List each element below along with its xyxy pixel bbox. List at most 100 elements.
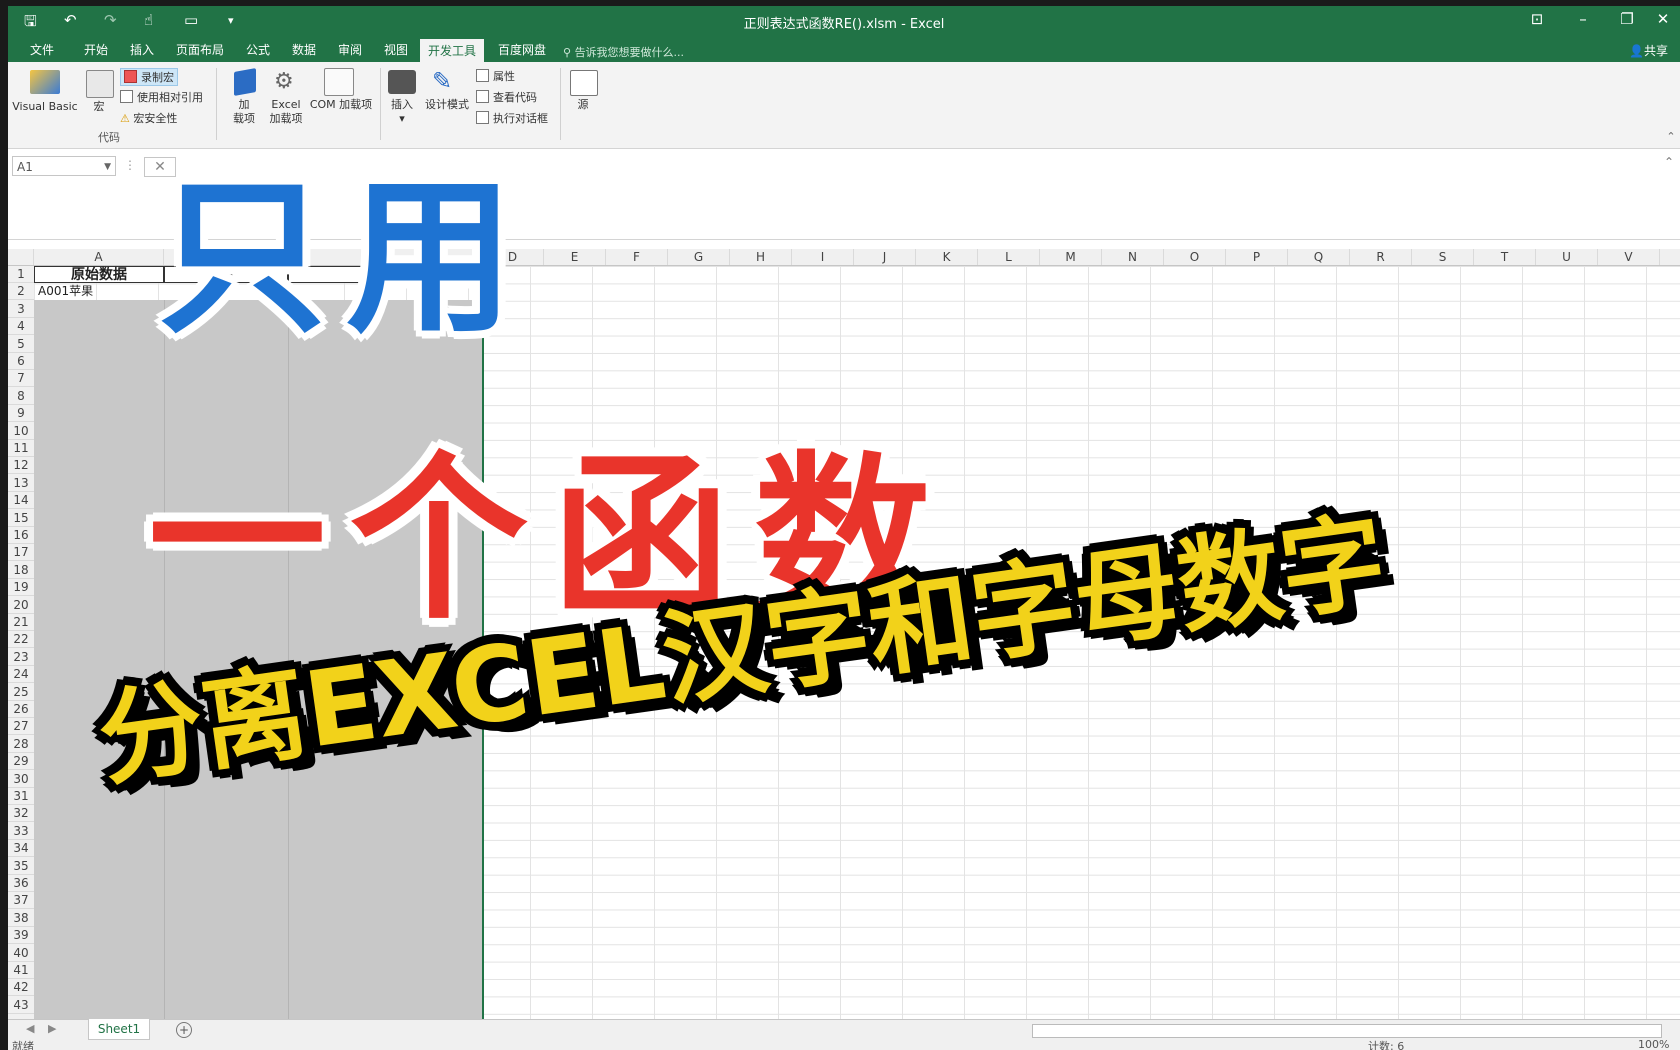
column-header-u[interactable]: U: [1536, 249, 1598, 265]
visual-basic-icon[interactable]: [30, 70, 60, 94]
tab-file[interactable]: 文件: [22, 40, 62, 59]
cell-a1[interactable]: 原始数据: [34, 266, 164, 283]
chevron-down-icon[interactable]: ▼: [104, 157, 111, 177]
macro-icon[interactable]: [86, 70, 114, 98]
row-header-30[interactable]: 30: [8, 770, 34, 788]
excel-addins-gear-icon[interactable]: ⚙: [274, 70, 296, 94]
addins-icon[interactable]: [234, 68, 256, 96]
column-header-l[interactable]: L: [978, 249, 1040, 265]
properties-button[interactable]: 属性: [476, 68, 515, 84]
row-header-28[interactable]: 28: [8, 735, 34, 753]
share-button[interactable]: 👤共享: [1629, 42, 1668, 59]
row-header-23[interactable]: 23: [8, 648, 34, 666]
design-mode-icon[interactable]: ✎: [432, 68, 462, 94]
row-header-5[interactable]: 5: [8, 335, 34, 353]
column-header-h[interactable]: H: [730, 249, 792, 265]
row-header-18[interactable]: 18: [8, 561, 34, 579]
horizontal-scrollbar[interactable]: [1032, 1024, 1662, 1038]
row-header-3[interactable]: 3: [8, 300, 34, 318]
row-header-11[interactable]: 11: [8, 440, 34, 457]
row-header-37[interactable]: 37: [8, 892, 34, 910]
tab-home[interactable]: 开始: [76, 40, 116, 59]
row-header-38[interactable]: 38: [8, 909, 34, 927]
row-header-2[interactable]: 2: [8, 283, 34, 301]
row-header-4[interactable]: 4: [8, 318, 34, 336]
com-addins-button[interactable]: COM 加载项: [306, 98, 376, 112]
row-header-9[interactable]: 9: [8, 405, 34, 423]
relative-reference-button[interactable]: 使用相对引用: [120, 89, 203, 105]
row-header-20[interactable]: 20: [8, 596, 34, 614]
row-header-33[interactable]: 33: [8, 822, 34, 840]
record-macro-button[interactable]: 录制宏: [120, 68, 178, 86]
column-header-q[interactable]: Q: [1288, 249, 1350, 265]
row-header-36[interactable]: 36: [8, 875, 34, 892]
tab-formulas[interactable]: 公式: [238, 40, 278, 59]
row-header-22[interactable]: 22: [8, 631, 34, 649]
column-header-t[interactable]: T: [1474, 249, 1536, 265]
tell-me-box[interactable]: ⚲ 告诉我您想要做什么...: [563, 44, 684, 60]
select-all-corner[interactable]: [8, 249, 34, 265]
design-mode-button[interactable]: 设计模式: [422, 98, 472, 112]
add-sheet-button[interactable]: +: [176, 1022, 192, 1038]
row-header-16[interactable]: 16: [8, 527, 34, 544]
row-header-13[interactable]: 13: [8, 474, 34, 492]
view-code-button[interactable]: 查看代码: [476, 89, 537, 105]
collapse-ribbon-icon[interactable]: ⌃: [1664, 130, 1678, 144]
column-header-k[interactable]: K: [916, 249, 978, 265]
row-header-35[interactable]: 35: [8, 857, 34, 875]
row-header-19[interactable]: 19: [8, 579, 34, 597]
column-header-n[interactable]: N: [1102, 249, 1164, 265]
row-header-12[interactable]: 12: [8, 457, 34, 475]
row-header-27[interactable]: 27: [8, 718, 34, 736]
row-header-42[interactable]: 42: [8, 979, 34, 997]
com-addins-icon[interactable]: [324, 68, 354, 96]
cell-a2[interactable]: A001苹果: [38, 283, 93, 300]
column-header-r[interactable]: R: [1350, 249, 1412, 265]
column-header-m[interactable]: M: [1040, 249, 1102, 265]
column-header-j[interactable]: J: [854, 249, 916, 265]
row-header-1[interactable]: 1: [8, 266, 34, 283]
tab-data[interactable]: 数据: [284, 40, 324, 59]
row-header-25[interactable]: 25: [8, 683, 34, 701]
row-header-24[interactable]: 24: [8, 666, 34, 684]
insert-controls-button[interactable]: 插入: [384, 98, 420, 112]
close-icon[interactable]: ✕: [1648, 10, 1678, 28]
column-header-v[interactable]: V: [1598, 249, 1660, 265]
tab-developer[interactable]: 开发工具: [420, 39, 485, 63]
macros-button[interactable]: 宏: [86, 100, 112, 114]
tab-insert[interactable]: 插入: [122, 40, 162, 59]
sheet-scroll-right-icon[interactable]: ▶: [48, 1022, 56, 1035]
row-header-43[interactable]: 43: [8, 996, 34, 1014]
row-header-40[interactable]: 40: [8, 944, 34, 962]
minimize-icon[interactable]: –: [1568, 10, 1598, 28]
sheet-scroll-left-icon[interactable]: ◀: [26, 1022, 34, 1035]
name-box[interactable]: A1 ▼: [12, 156, 116, 176]
column-header-s[interactable]: S: [1412, 249, 1474, 265]
row-header-34[interactable]: 34: [8, 840, 34, 858]
row-header-29[interactable]: 29: [8, 753, 34, 771]
row-header-10[interactable]: 10: [8, 422, 34, 440]
column-header-a[interactable]: A: [34, 249, 164, 265]
row-header-6[interactable]: 6: [8, 353, 34, 370]
column-header-f[interactable]: F: [606, 249, 668, 265]
tab-page-layout[interactable]: 页面布局: [168, 40, 232, 59]
visual-basic-button[interactable]: Visual Basic: [10, 100, 80, 114]
sheet-tab-sheet1[interactable]: Sheet1: [88, 1019, 150, 1040]
source-button[interactable]: 源: [566, 98, 600, 112]
row-header-8[interactable]: 8: [8, 387, 34, 405]
column-header-i[interactable]: I: [792, 249, 854, 265]
expand-formula-bar-icon[interactable]: ⌃: [1664, 155, 1674, 169]
ribbon-display-icon[interactable]: ⊡: [1522, 10, 1552, 28]
row-header-32[interactable]: 32: [8, 805, 34, 823]
row-header-7[interactable]: 7: [8, 370, 34, 388]
excel-addins-label-1[interactable]: Excel: [264, 98, 308, 112]
row-header-41[interactable]: 41: [8, 962, 34, 979]
row-header-31[interactable]: 31: [8, 788, 34, 805]
row-header-15[interactable]: 15: [8, 509, 34, 527]
tab-view[interactable]: 视图: [376, 40, 416, 59]
row-header-17[interactable]: 17: [8, 544, 34, 562]
zoom-level[interactable]: 100%: [1638, 1038, 1669, 1050]
restore-icon[interactable]: ❐: [1612, 10, 1642, 28]
row-header-39[interactable]: 39: [8, 927, 34, 945]
column-header-g[interactable]: G: [668, 249, 730, 265]
